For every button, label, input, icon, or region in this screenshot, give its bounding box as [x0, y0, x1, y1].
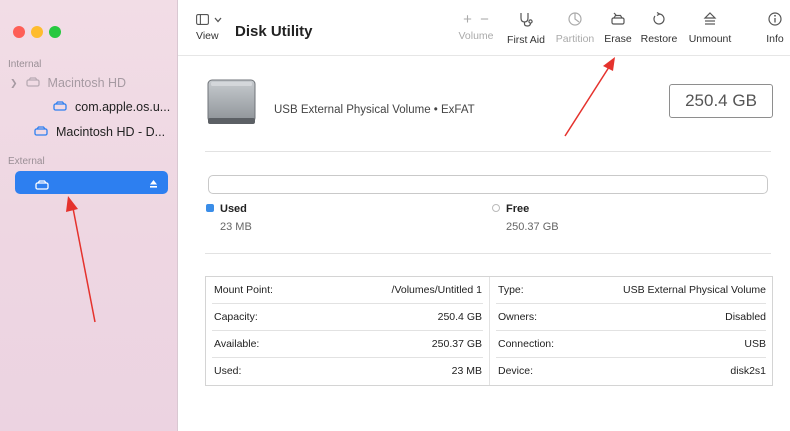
stethoscope-icon: [518, 13, 534, 30]
sidebar-item-external-volume[interactable]: [15, 171, 168, 194]
capacity-value: 250.4 GB: [437, 311, 482, 323]
erase-label: Erase: [604, 33, 632, 45]
used-value: 23 MB: [451, 365, 482, 377]
external-drive-icon: [206, 78, 257, 131]
unmount-button[interactable]: Unmount: [685, 12, 735, 45]
sidebar: Internal ❯ Macintosh HD com.apple.os.u..…: [0, 0, 178, 431]
erase-icon: [610, 12, 626, 29]
minimize-window-button[interactable]: [31, 26, 43, 38]
type-key: Type:: [498, 284, 524, 296]
row-divider: [496, 303, 766, 304]
usage-bar: [208, 175, 768, 194]
free-legend-label: Free: [506, 203, 530, 215]
main-content: View Disk Utility + − Volume First Aid P…: [178, 0, 790, 431]
used-legend-label: Used: [220, 203, 247, 215]
sidebar-item-macintosh-hd[interactable]: ❯ Macintosh HD: [10, 76, 126, 90]
free-legend-value: 250.37 GB: [506, 221, 559, 233]
first-aid-button[interactable]: First Aid: [503, 12, 549, 46]
volume-size-box: 250.4 GB: [669, 84, 773, 118]
available-value: 250.37 GB: [431, 338, 482, 350]
sidebar-item-label: Macintosh HD - D...: [56, 125, 166, 139]
free-swatch: [492, 204, 500, 212]
chevron-down-icon[interactable]: ❯: [10, 78, 18, 89]
view-button[interactable]: View: [196, 14, 222, 42]
volume-label: Volume: [458, 30, 494, 42]
disk-icon: [35, 177, 49, 195]
chevron-down-icon: [214, 17, 222, 22]
used-key: Used:: [214, 365, 242, 377]
eject-icon[interactable]: [149, 176, 158, 194]
sidebar-item-macintosh-hd-data[interactable]: Macintosh HD - D...: [34, 125, 165, 139]
partition-icon: [568, 12, 582, 29]
used-swatch: [206, 204, 214, 212]
info-icon: [768, 12, 782, 29]
divider: [205, 151, 771, 152]
sidebar-item-com-apple-os[interactable]: com.apple.os.u...: [53, 100, 170, 114]
section-external-header: External: [8, 156, 45, 167]
mount-point-key: Mount Point:: [214, 284, 273, 296]
zoom-window-button[interactable]: [49, 26, 61, 38]
disk-icon: [25, 76, 40, 90]
row-divider: [212, 330, 483, 331]
info-table: Mount Point: /Volumes/Untitled 1 Capacit…: [205, 276, 773, 386]
close-window-button[interactable]: [13, 26, 25, 38]
row-divider: [496, 357, 766, 358]
volume-button[interactable]: + − Volume: [452, 12, 500, 42]
partition-button[interactable]: Partition: [552, 12, 598, 45]
device-value: disk2s1: [730, 365, 766, 377]
disk-icon: [53, 100, 67, 114]
used-legend-value: 23 MB: [220, 221, 252, 233]
restore-label: Restore: [640, 33, 678, 45]
first-aid-label: First Aid: [507, 34, 545, 46]
window-controls: [13, 26, 61, 38]
available-key: Available:: [214, 338, 260, 350]
window-title: Disk Utility: [235, 23, 313, 40]
info-button[interactable]: Info: [762, 12, 788, 45]
column-separator: [489, 277, 490, 385]
toolbar: View Disk Utility + − Volume First Aid P…: [178, 0, 790, 56]
divider: [205, 253, 771, 254]
restore-button[interactable]: Restore: [637, 11, 681, 45]
restore-icon: [652, 11, 666, 29]
sidebar-item-label: com.apple.os.u...: [75, 100, 171, 114]
erase-button[interactable]: Erase: [601, 12, 635, 45]
info-label: Info: [766, 33, 784, 45]
section-internal-header: Internal: [8, 59, 42, 70]
disk-icon: [34, 125, 48, 139]
unmount-label: Unmount: [688, 33, 732, 45]
partition-label: Partition: [555, 33, 595, 45]
plus-minus-icon: + −: [463, 11, 489, 28]
owners-value: Disabled: [725, 311, 766, 323]
owners-key: Owners:: [498, 311, 538, 323]
unmount-icon: [703, 12, 717, 29]
sidebar-toggle-icon: [196, 14, 222, 25]
volume-description: USB External Physical Volume • ExFAT: [274, 104, 475, 116]
mount-point-value: /Volumes/Untitled 1: [391, 284, 482, 296]
sidebar-item-label: Macintosh HD: [47, 76, 127, 90]
device-key: Device:: [498, 365, 534, 377]
row-divider: [212, 303, 483, 304]
view-label: View: [196, 30, 219, 42]
row-divider: [496, 330, 766, 331]
connection-value: USB: [744, 338, 766, 350]
connection-key: Connection:: [498, 338, 555, 350]
row-divider: [212, 357, 483, 358]
capacity-key: Capacity:: [214, 311, 258, 323]
type-value: USB External Physical Volume: [623, 284, 766, 296]
